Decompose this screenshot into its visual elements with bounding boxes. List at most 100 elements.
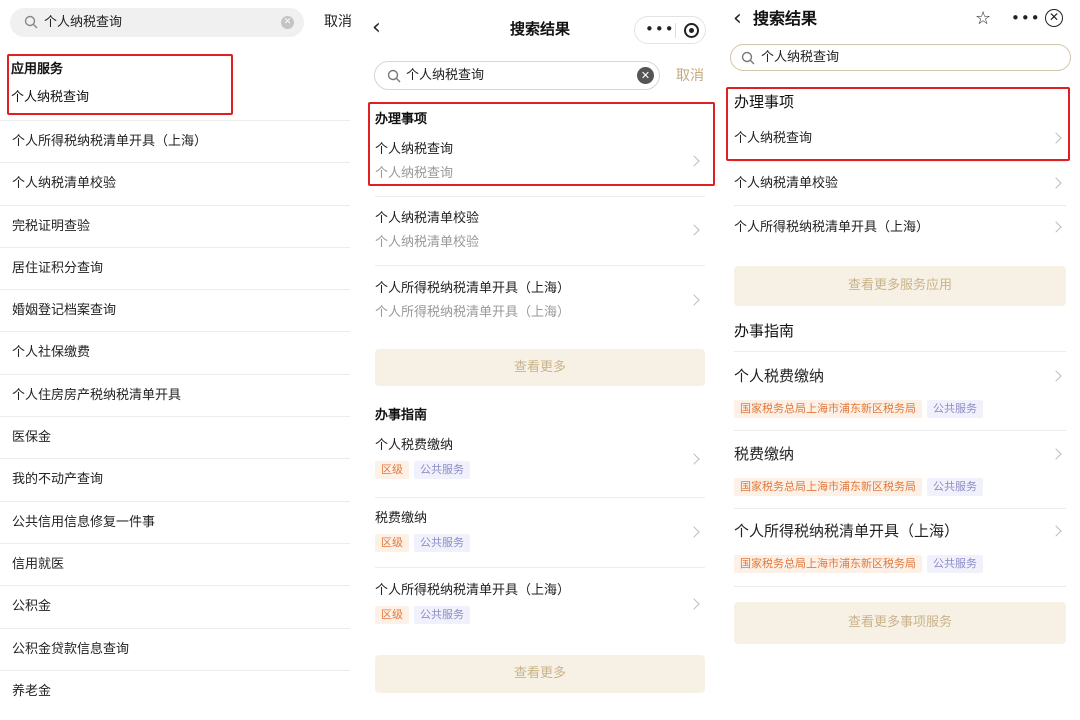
list-item[interactable]: 个人纳税清单校验 [0,162,350,204]
guide-title[interactable]: 税费缴纳 [375,510,427,527]
highlight-box [368,102,715,186]
search-input[interactable]: 个人纳税查询 [761,49,839,66]
divider [734,161,1066,162]
search-bar[interactable]: 个人纳税查询 ✕ [374,61,660,90]
list-item-label: 公共信用信息修复一件事 [12,514,156,530]
list-item-label: 完税证明查验 [12,218,91,234]
more-icon[interactable]: ••• [1011,9,1041,27]
close-icon[interactable]: ✕ [1045,9,1063,27]
highlight-box [726,87,1070,161]
category-tag: 公共服务 [414,606,470,624]
category-tag: 公共服务 [414,461,470,479]
list-item[interactable]: 个人所得税纳税清单开具（上海） [0,120,350,162]
chevron-right-icon [1050,525,1062,537]
divider [375,497,705,498]
list-item[interactable]: 居住证积分查询 [0,246,350,289]
list-item-label: 医保金 [12,430,52,446]
result-title[interactable]: 个人所得税纳税清单开具（上海） [734,219,929,236]
result-title[interactable]: 个人所得税纳税清单开具（上海） [375,280,570,297]
list-item-label: 个人社保缴费 [12,345,91,361]
guide-title[interactable]: 个人所得税纳税清单开具（上海） [734,521,959,541]
chevron-right-icon [688,224,700,236]
close-target-icon[interactable] [684,23,699,38]
chevron-left-icon[interactable]: ‹ [733,8,742,30]
more-icon[interactable]: ••• [645,21,675,37]
level-tag: 区级 [375,461,409,479]
category-tag: 公共服务 [927,555,983,573]
search-input[interactable]: 个人纳税查询 [406,67,484,84]
star-icon[interactable]: ☆ [975,8,991,30]
list-item[interactable]: 养老金 [0,669,350,712]
chevron-left-icon[interactable]: ‹ [372,17,381,39]
clear-icon[interactable]: ✕ [281,16,294,29]
guide-title[interactable]: 个人税费缴纳 [375,437,453,454]
search-bar[interactable]: 个人纳税查询 [730,44,1071,71]
divider [734,351,1066,352]
guide-title[interactable]: 个人税费缴纳 [734,366,824,386]
tag-group: 区级 公共服务 [375,606,470,624]
guide-title[interactable]: 税费缴纳 [734,444,794,464]
divider [734,205,1066,206]
list-item-label: 信用就医 [12,556,65,572]
level-tag: 区级 [375,534,409,552]
list-item[interactable]: 个人社保缴费 [0,331,350,373]
divider [734,508,1066,509]
agency-tag: 国家税务总局上海市浦东新区税务局 [734,400,922,418]
view-more-services-button[interactable]: 查看更多服务应用 [734,266,1066,306]
agency-tag: 国家税务总局上海市浦东新区税务局 [734,555,922,573]
list-item-label: 婚姻登记档案查询 [12,303,117,319]
clear-icon[interactable]: ✕ [637,67,654,84]
right-screen: ‹ 搜索结果 ☆ ••• ✕ 个人纳税查询 办理事项 个人纳税查询 个人纳税清单… [720,0,1080,720]
highlight-box [7,54,233,115]
list-item-label: 我的不动产查询 [12,472,104,488]
divider [734,586,1066,587]
category-tag: 公共服务 [414,534,470,552]
chevron-right-icon [688,294,700,306]
list-item-label: 个人所得税纳税清单开具（上海） [12,134,208,149]
chevron-right-icon [1050,221,1062,233]
search-bar[interactable]: 个人纳税查询 ✕ [10,8,304,37]
category-tag: 公共服务 [927,400,983,418]
search-icon [741,51,755,65]
list-item[interactable]: 婚姻登记档案查询 [0,289,350,331]
list-item[interactable]: 公积金 [0,585,350,627]
divider [375,567,705,568]
middle-screen: ‹ 搜索结果 ••• 个人纳税查询 ✕ 取消 办理事项 个人纳税查询 个人纳税查… [362,0,720,720]
page-title: 搜索结果 [753,9,818,28]
guide-title[interactable]: 个人所得税纳税清单开具（上海） [375,582,570,599]
tag-group: 国家税务总局上海市浦东新区税务局 公共服务 [734,555,983,573]
level-tag: 区级 [375,606,409,624]
list-item-label: 养老金 [12,683,52,699]
list-item[interactable]: 信用就医 [0,542,350,585]
list-item-label: 个人住房房产税纳税清单开具 [12,387,182,403]
search-input[interactable]: 个人纳税查询 [44,14,122,31]
chevron-right-icon [1050,177,1062,189]
cancel-button[interactable]: 取消 [324,12,352,32]
list-item-label: 公积金 [12,599,52,615]
agency-tag: 国家税务总局上海市浦东新区税务局 [734,478,922,496]
list-item[interactable]: 完税证明查验 [0,204,350,247]
list-item-label: 个人纳税清单校验 [12,176,117,192]
view-more-button[interactable]: 查看更多 [375,655,705,693]
list-item[interactable]: 个人住房房产税纳税清单开具 [0,373,350,416]
result-subtitle: 个人所得税纳税清单开具（上海） [375,305,571,320]
list-item[interactable]: 公共信用信息修复一件事 [0,500,350,543]
list-item[interactable]: 医保金 [0,416,350,458]
result-subtitle: 个人纳税清单校验 [375,235,480,250]
divider [734,430,1066,431]
mini-program-capsule: ••• [634,16,706,44]
result-title[interactable]: 个人纳税清单校验 [375,210,479,227]
list-item[interactable]: 公积金贷款信息查询 [0,627,350,670]
view-more-button[interactable]: 查看更多 [375,349,705,386]
divider [675,23,676,38]
cancel-button[interactable]: 取消 [676,67,704,85]
tag-group: 国家税务总局上海市浦东新区税务局 公共服务 [734,478,983,496]
divider [375,265,705,266]
list-item-label: 公积金贷款信息查询 [12,641,130,657]
chevron-right-icon [688,598,700,610]
list-item-label: 居住证积分查询 [12,260,104,276]
result-title[interactable]: 个人纳税清单校验 [734,175,838,192]
list-item[interactable]: 我的不动产查询 [0,458,350,500]
view-more-matters-button[interactable]: 查看更多事项服务 [734,602,1066,644]
mini-program-capsule: ••• ✕ [1007,6,1073,32]
